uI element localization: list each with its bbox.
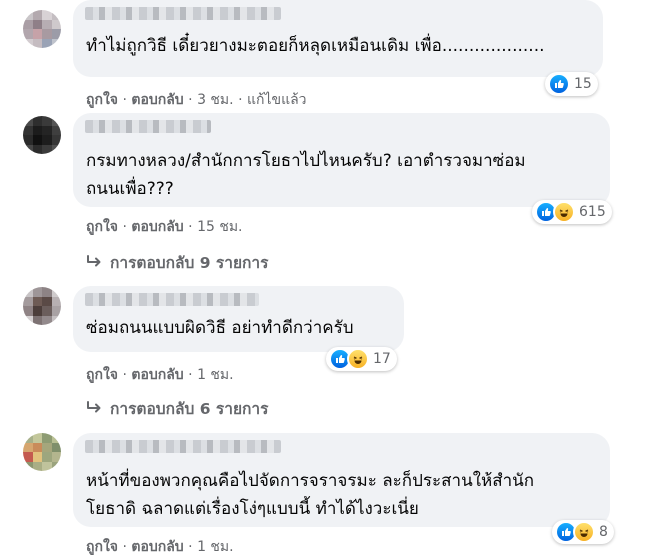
reply-button[interactable]: ตอบกลับ xyxy=(131,219,183,235)
like-reaction-icon xyxy=(548,73,570,95)
reply-button[interactable]: ตอบกลับ xyxy=(131,539,183,555)
comment-text: ทำไม่ถูกวิธี เดี๋ยวยางมะตอยก็หลุดเหมือนเ… xyxy=(86,36,545,56)
comment-actions: ถูกใจ · ตอบกลับ · 1 ชม. xyxy=(86,536,234,558)
reply-arrow-icon xyxy=(86,400,102,419)
comment-text: หน้าที่ของพวกคุณคือไปจัดการจราจรมะ ละก็ป… xyxy=(86,471,535,519)
comment-bubble: หน้าที่ของพวกคุณคือไปจัดการจราจรมะ ละก็ป… xyxy=(73,433,610,527)
avatar[interactable] xyxy=(23,287,61,325)
like-button[interactable]: ถูกใจ xyxy=(86,92,118,108)
comment-actions: ถูกใจ · ตอบกลับ · 3 ชม. · แก้ไขแล้ว xyxy=(86,89,307,111)
avatar[interactable] xyxy=(23,116,61,154)
view-replies-link[interactable]: การตอบกลับ 9 รายการ xyxy=(86,250,268,275)
comment-bubble: ทำไม่ถูกวิธี เดี๋ยวยางมะตอยก็หลุดเหมือนเ… xyxy=(73,0,603,77)
commenter-name[interactable] xyxy=(85,120,211,133)
commenter-name[interactable] xyxy=(85,440,281,453)
haha-reaction-icon xyxy=(553,201,575,223)
like-button[interactable]: ถูกใจ xyxy=(86,367,118,383)
reaction-count: 8 xyxy=(599,524,608,540)
commenter-name[interactable] xyxy=(85,293,259,306)
reactions-summary[interactable]: 8 xyxy=(552,520,614,544)
timestamp[interactable]: 1 ชม. xyxy=(197,539,234,555)
separator: · xyxy=(122,92,127,108)
timestamp[interactable]: 1 ชม. xyxy=(197,367,234,383)
separator: · xyxy=(188,367,193,383)
reactions-summary[interactable]: 17 xyxy=(326,347,397,371)
reaction-count: 17 xyxy=(373,351,391,367)
reactions-summary[interactable]: 615 xyxy=(532,200,612,224)
comment-actions: ถูกใจ · ตอบกลับ · 15 ชม. xyxy=(86,216,243,238)
comment-bubble: กรมทางหลวง/สำนักการโยธาไปไหนครับ? เอาตำร… xyxy=(73,113,610,207)
edited-label: แก้ไขแล้ว xyxy=(246,92,307,108)
separator: · xyxy=(122,539,127,555)
replies-count-label: การตอบกลับ 6 รายการ xyxy=(110,400,269,418)
view-replies-link[interactable]: การตอบกลับ 6 รายการ xyxy=(86,396,268,421)
separator: · xyxy=(188,219,193,235)
commenter-name[interactable] xyxy=(85,7,281,20)
reply-button[interactable]: ตอบกลับ xyxy=(131,367,183,383)
reply-button[interactable]: ตอบกลับ xyxy=(131,92,183,108)
separator: · xyxy=(238,92,243,108)
reaction-count: 615 xyxy=(579,204,606,220)
comment-text: ซ่อมถนนแบบผิดวิธี อย่าทำดีกว่าครับ xyxy=(86,318,354,338)
comment-actions: ถูกใจ · ตอบกลับ · 1 ชม. xyxy=(86,364,234,386)
avatar[interactable] xyxy=(23,433,61,471)
timestamp[interactable]: 15 ชม. xyxy=(197,219,242,235)
haha-reaction-icon xyxy=(347,348,369,370)
like-button[interactable]: ถูกใจ xyxy=(86,539,118,555)
separator: · xyxy=(122,219,127,235)
reaction-count: 15 xyxy=(574,76,592,92)
separator: · xyxy=(122,367,127,383)
separator: · xyxy=(188,539,193,555)
replies-count-label: การตอบกลับ 9 รายการ xyxy=(110,254,269,272)
separator: · xyxy=(188,92,193,108)
haha-reaction-icon xyxy=(573,521,595,543)
comment-text: กรมทางหลวง/สำนักการโยธาไปไหนครับ? เอาตำร… xyxy=(86,151,526,199)
like-button[interactable]: ถูกใจ xyxy=(86,219,118,235)
comment-bubble: ซ่อมถนนแบบผิดวิธี อย่าทำดีกว่าครับ xyxy=(73,286,404,352)
avatar[interactable] xyxy=(23,10,61,48)
timestamp[interactable]: 3 ชม. xyxy=(197,92,234,108)
reactions-summary[interactable]: 15 xyxy=(545,72,598,96)
reply-arrow-icon xyxy=(86,254,102,273)
